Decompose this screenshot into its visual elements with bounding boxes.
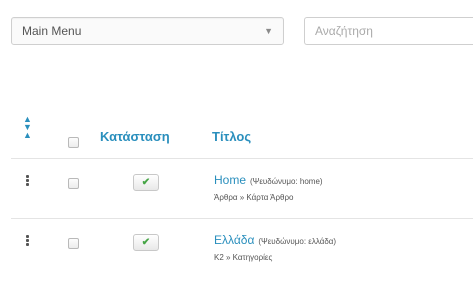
row-divider [11,218,473,219]
item-title-text[interactable]: Ελλάδα [214,233,254,247]
check-icon: ✔ [141,237,151,248]
menu-select[interactable]: Main Menu ▼ [11,17,284,45]
drag-handle-icon[interactable] [26,235,30,247]
row-checkbox[interactable] [68,178,79,189]
item-alias: (Ψευδώνυμο: ελλάδα) [258,237,337,246]
published-toggle[interactable]: ✔ [133,174,159,191]
check-icon: ✔ [141,177,151,188]
item-title-text[interactable]: Home [214,173,246,187]
menu-select-value: Main Menu [22,24,82,38]
search-input[interactable] [304,17,473,45]
item-title-link[interactable]: Home (Ψευδώνυμο: home) [214,173,323,187]
chevron-down-icon: ▼ [264,26,273,36]
item-title-link[interactable]: Ελλάδα (Ψευδώνυμο: ελλάδα) [214,233,336,247]
item-meta: Άρθρα » Κάρτα Άρθρο [214,193,294,202]
published-toggle[interactable]: ✔ [133,234,159,251]
item-meta: K2 » Κατηγορίες [214,253,273,262]
select-all-checkbox[interactable] [68,137,79,148]
column-header-status[interactable]: Κατάσταση [100,129,170,144]
drag-handle-icon[interactable] [26,175,30,187]
row-divider [11,158,473,159]
item-alias: (Ψευδώνυμο: home) [250,177,323,186]
sort-icon[interactable]: ▲ ▼ ▲ [23,115,32,140]
row-checkbox[interactable] [68,238,79,249]
column-header-title[interactable]: Τίτλος [212,129,251,144]
